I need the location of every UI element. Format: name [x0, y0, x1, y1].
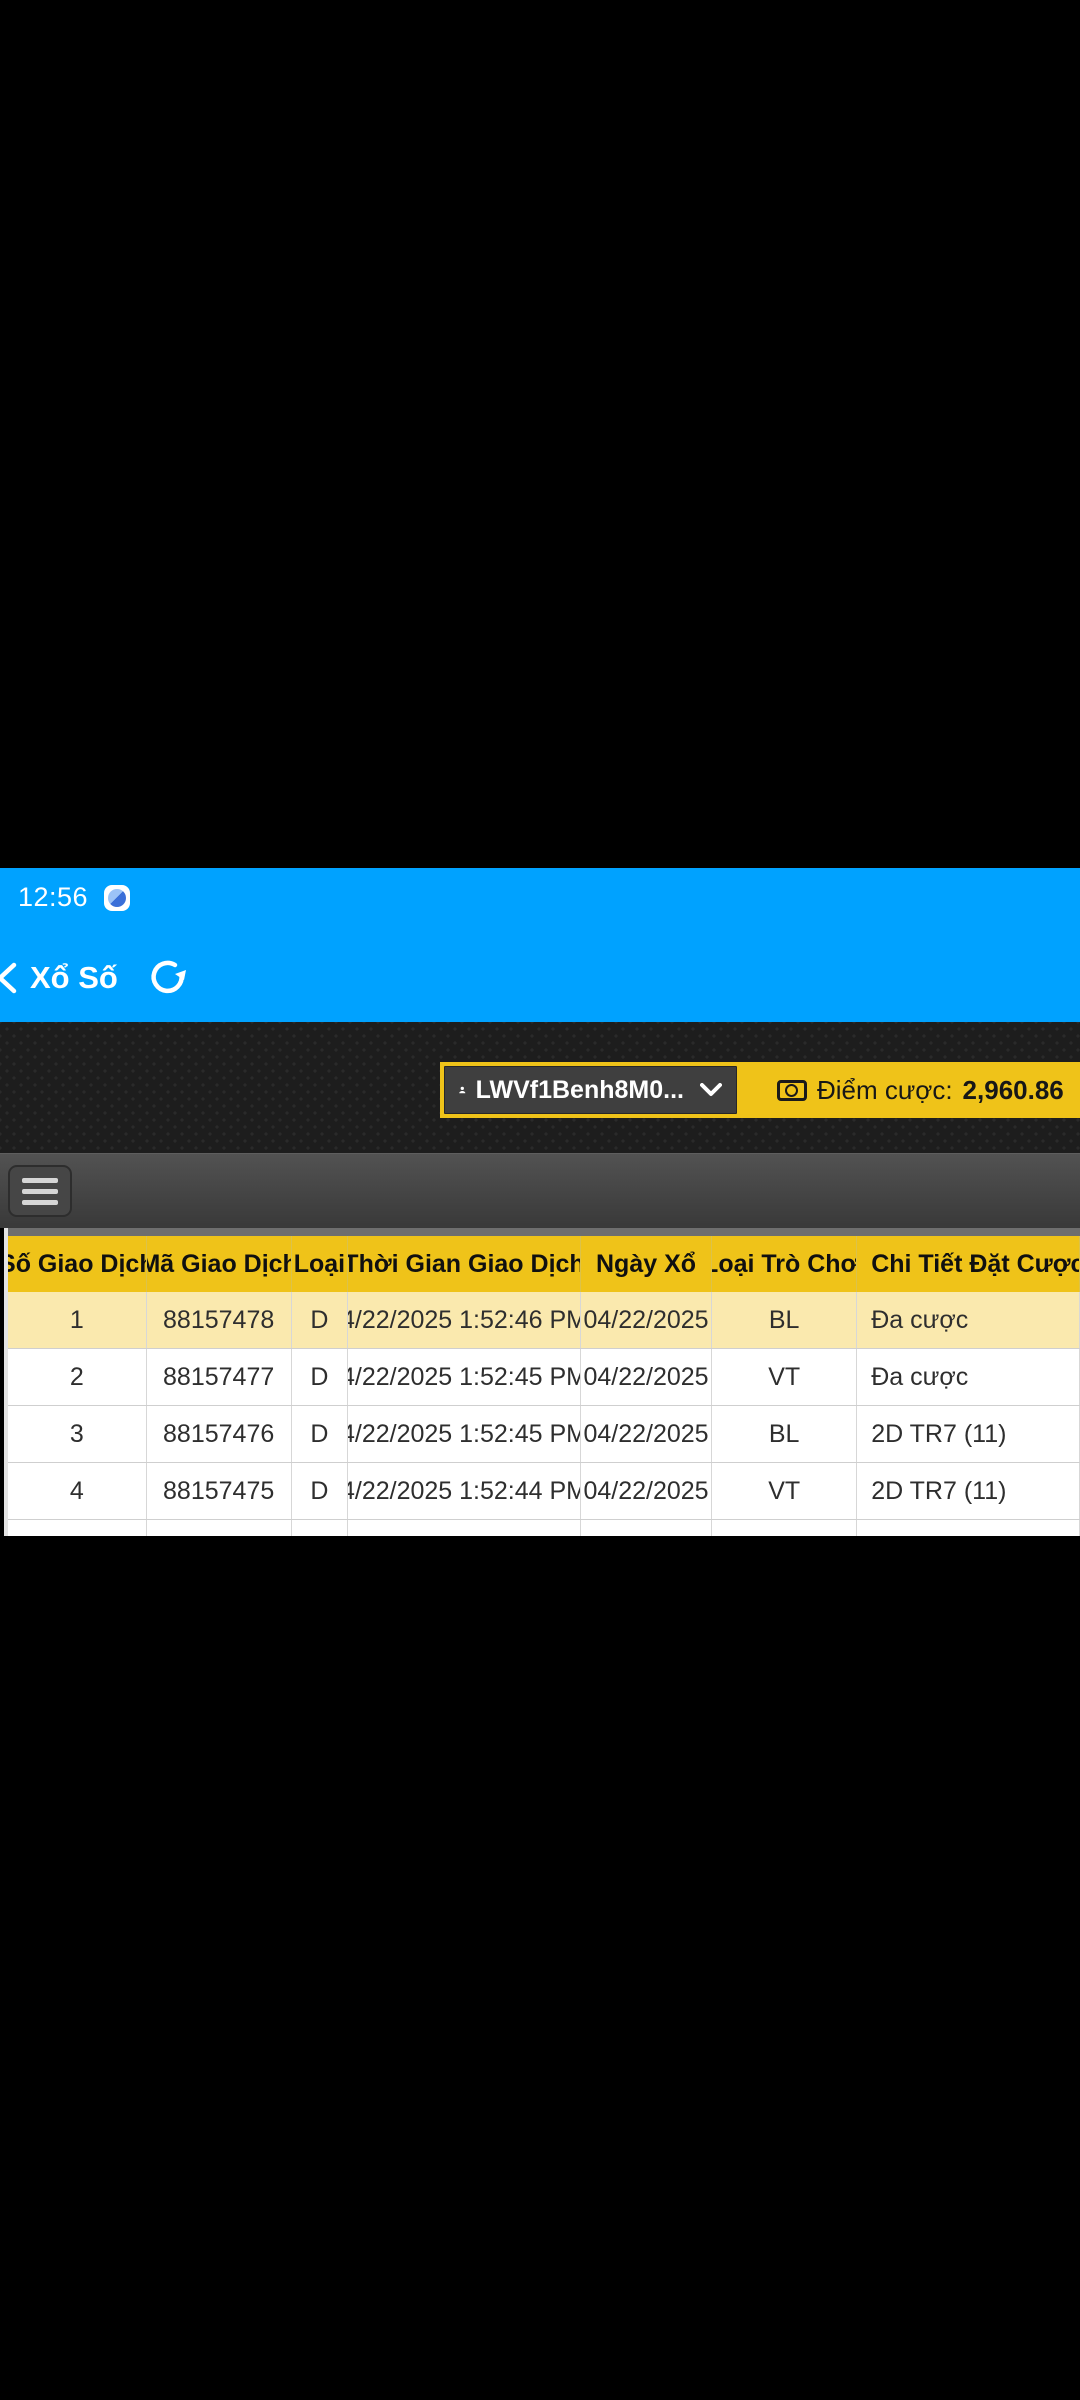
- phone-screen: 12:56 Xổ Số: [0, 0, 1080, 2400]
- table-cell: VT: [712, 1463, 857, 1519]
- table-header-row: Số Giao DịchMã Giao DịchLoạiThời Gian Gi…: [8, 1236, 1080, 1292]
- back-button[interactable]: [0, 954, 18, 1002]
- table-cell: D: [292, 1349, 348, 1405]
- transactions-table: Số Giao DịchMã Giao DịchLoạiThời Gian Gi…: [4, 1228, 1080, 1536]
- webview-navbar: Xổ Số: [0, 954, 190, 1002]
- balance-value: 2,960.86: [963, 1075, 1064, 1106]
- column-header: Loại: [292, 1236, 348, 1292]
- table-cell: 1: [8, 1292, 147, 1348]
- account-bar: LWVf1Benh8M0... Điểm cược: 2,960.86 Cược: [440, 1062, 1080, 1118]
- username: LWVf1Benh8M0...: [476, 1076, 684, 1105]
- chevron-down-icon: [700, 1083, 722, 1097]
- banknote-icon: [777, 1080, 807, 1101]
- table-cell: 04/22/2025: [581, 1349, 712, 1405]
- table-cell: 88157476: [147, 1406, 292, 1462]
- table-cell: 4/22/2025 1:52:45 PM: [348, 1349, 581, 1405]
- column-header: Loại Trò Chơi: [712, 1236, 857, 1292]
- table-cell: 4/22/2025 1:52:46 PM: [348, 1292, 581, 1348]
- hamburger-menu-button[interactable]: [8, 1165, 72, 1217]
- table-cell: 4/22/2025 1:52:44 PM: [348, 1463, 581, 1519]
- status-bar: 12:56: [18, 882, 130, 913]
- chevron-left-icon: [0, 962, 18, 994]
- browser-app-icon: [104, 885, 130, 911]
- balance-display: Điểm cược: 2,960.86: [777, 1075, 1064, 1106]
- table-cell: 2D TR7 (11): [857, 1463, 1080, 1519]
- table-cell: 4/22/2025 1:52:45 PM: [348, 1406, 581, 1462]
- table-cell: 04/22/2025: [581, 1463, 712, 1519]
- person-icon: [459, 1077, 466, 1103]
- table-cell: BL: [712, 1292, 857, 1348]
- table-cell: D: [292, 1292, 348, 1348]
- table-cell: 88157475: [147, 1463, 292, 1519]
- table-cell: BL: [712, 1406, 857, 1462]
- table-row-partial: [8, 1520, 1080, 1536]
- user-dropdown[interactable]: LWVf1Benh8M0...: [444, 1066, 737, 1114]
- column-header: Số Giao Dịch: [8, 1236, 147, 1292]
- refresh-button[interactable]: [146, 956, 190, 1000]
- table-top-border: [8, 1228, 1080, 1236]
- table-cell: 2: [8, 1349, 147, 1405]
- column-header: Ngày Xổ: [581, 1236, 712, 1292]
- page-title: Xổ Số: [30, 960, 118, 996]
- table-cell: 04/22/2025: [581, 1292, 712, 1348]
- column-header: Mã Giao Dịch: [147, 1236, 292, 1292]
- menu-toolbar: [0, 1153, 1080, 1228]
- table-row[interactable]: 188157478D4/22/2025 1:52:46 PM04/22/2025…: [8, 1292, 1080, 1349]
- table-body: 188157478D4/22/2025 1:52:46 PM04/22/2025…: [8, 1292, 1080, 1520]
- table-row[interactable]: 388157476D4/22/2025 1:52:45 PM04/22/2025…: [8, 1406, 1080, 1463]
- refresh-icon: [148, 958, 188, 998]
- table-row[interactable]: 288157477D4/22/2025 1:52:45 PM04/22/2025…: [8, 1349, 1080, 1406]
- table-cell: 88157478: [147, 1292, 292, 1348]
- table-cell: Đa cược: [857, 1349, 1080, 1405]
- table-cell: D: [292, 1406, 348, 1462]
- table-cell: 04/22/2025: [581, 1406, 712, 1462]
- app-header: LWVf1Benh8M0... Điểm cược: 2,960.86 Cược: [0, 1022, 1080, 1153]
- system-blue-bar: 12:56 Xổ Số: [0, 868, 1080, 1022]
- table-cell: 2D TR7 (11): [857, 1406, 1080, 1462]
- table-cell: 88157477: [147, 1349, 292, 1405]
- hamburger-menu-icon: [22, 1178, 58, 1183]
- table-cell: 3: [8, 1406, 147, 1462]
- balance-label: Điểm cược:: [817, 1075, 953, 1106]
- table-cell: D: [292, 1463, 348, 1519]
- column-header: Chi Tiết Đặt Cược: [857, 1236, 1080, 1292]
- column-header: Thời Gian Giao Dịch: [348, 1236, 581, 1292]
- table-cell: VT: [712, 1349, 857, 1405]
- table-row[interactable]: 488157475D4/22/2025 1:52:44 PM04/22/2025…: [8, 1463, 1080, 1520]
- table-cell: 4: [8, 1463, 147, 1519]
- clock: 12:56: [18, 882, 88, 913]
- table-cell: Đa cược: [857, 1292, 1080, 1348]
